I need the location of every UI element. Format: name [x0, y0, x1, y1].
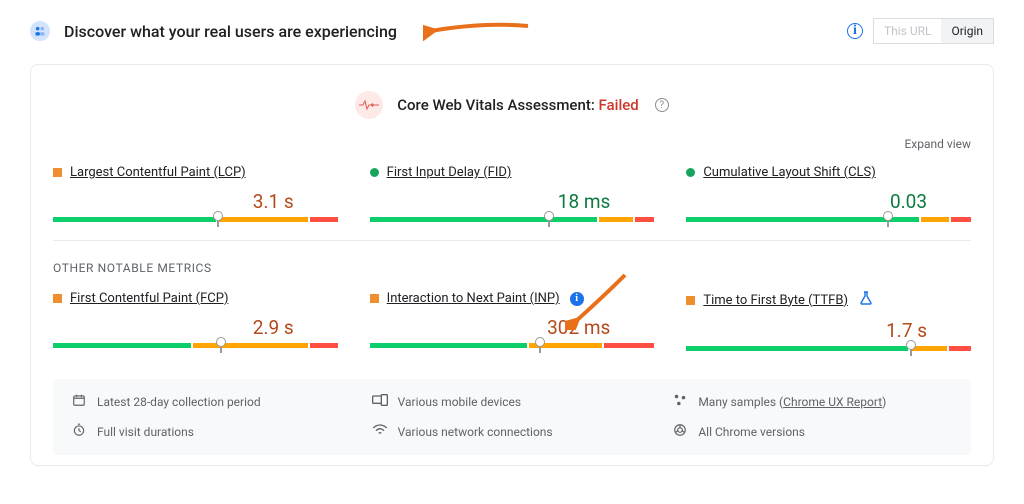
metric-title-row: Interaction to Next Paint (INP) i	[370, 291, 655, 306]
metric-value: 2.9 s	[53, 306, 338, 341]
bar-segment-good	[53, 217, 216, 222]
network-icon	[372, 424, 388, 440]
metric-card: First Contentful Paint (FCP)2.9 s	[53, 291, 338, 351]
bar-segment-good	[370, 343, 527, 348]
header-title: Discover what your real users are experi…	[64, 22, 397, 41]
metric-card: Cumulative Layout Shift (CLS)0.03	[686, 165, 971, 222]
footer-text: Various mobile devices	[398, 395, 521, 409]
help-icon[interactable]: ?	[655, 98, 669, 112]
metric-value: 1.7 s	[686, 309, 971, 344]
other-metrics-row: First Contentful Paint (FCP)2.9 s Interac…	[31, 281, 993, 369]
assessment-text: Core Web Vitals Assessment: Failed	[397, 96, 639, 114]
device-icon	[372, 394, 388, 410]
footer-text: Many samples (Chrome UX Report)	[698, 395, 886, 409]
assessment-row: Core Web Vitals Assessment: Failed ?	[31, 65, 993, 137]
expand-view-link[interactable]: Expand view	[31, 137, 993, 155]
metric-card: Largest Contentful Paint (LCP)3.1 s	[53, 165, 338, 222]
metric-value: 0.03	[686, 180, 971, 215]
assessment-label: Core Web Vitals Assessment:	[397, 96, 595, 114]
distribution-bar	[370, 217, 655, 222]
status-good-icon	[370, 168, 379, 177]
metric-title-row: First Input Delay (FID)	[370, 165, 655, 180]
field-data-panel: Core Web Vitals Assessment: Failed ? Exp…	[30, 64, 994, 466]
status-warn-icon	[53, 294, 62, 303]
distribution-bar	[686, 217, 971, 222]
footer-item: Various network connections	[372, 423, 653, 441]
bar-segment-good	[370, 217, 597, 222]
metric-label[interactable]: Cumulative Layout Shift (CLS)	[703, 165, 875, 180]
footer-text: Full visit durations	[97, 425, 194, 439]
distribution-bar	[53, 217, 338, 222]
metric-value: 302 ms	[370, 306, 655, 341]
metric-label[interactable]: Interaction to Next Paint (INP)	[387, 291, 560, 306]
footer-item: Latest 28-day collection period	[71, 393, 352, 411]
core-metrics-row: Largest Contentful Paint (LCP)3.1 s First…	[31, 155, 993, 240]
chrome-ux-report-link[interactable]: Chrome UX Report	[783, 395, 882, 409]
bar-segment-poor	[635, 217, 655, 222]
distribution-bar	[370, 343, 655, 348]
footer-item: Many samples (Chrome UX Report)	[672, 393, 953, 411]
bar-segment-poor	[604, 343, 655, 348]
experimental-flask-icon	[860, 291, 872, 309]
bar-segment-needs-improvement	[599, 217, 633, 222]
bar-segment-good	[53, 343, 191, 348]
footer-item: Full visit durations	[71, 423, 352, 441]
metric-card: First Input Delay (FID)18 ms	[370, 165, 655, 222]
metric-card: Time to First Byte (TTFB)1.7 s	[686, 291, 971, 351]
percentile-marker-icon	[544, 211, 554, 221]
data-source-footer: Latest 28-day collection period Various m…	[53, 379, 971, 455]
bar-segment-needs-improvement	[218, 217, 308, 222]
footer-text: Various network connections	[398, 425, 553, 439]
metric-title-row: Largest Contentful Paint (LCP)	[53, 165, 338, 180]
metric-card: Interaction to Next Paint (INP) i302 ms	[370, 291, 655, 351]
bar-segment-needs-improvement	[193, 343, 308, 348]
chrome-icon	[672, 423, 688, 441]
toggle-origin[interactable]: Origin	[941, 19, 993, 43]
metric-label[interactable]: First Contentful Paint (FCP)	[70, 291, 229, 306]
status-warn-icon	[370, 294, 379, 303]
status-warn-icon	[686, 296, 695, 305]
samples-icon	[672, 393, 688, 411]
status-warn-icon	[53, 168, 62, 177]
other-metrics-heading: OTHER NOTABLE METRICS	[31, 241, 993, 281]
metric-value: 18 ms	[370, 180, 655, 215]
assessment-status: Failed	[599, 96, 639, 114]
bar-segment-good	[686, 346, 908, 351]
bar-segment-poor	[949, 346, 971, 351]
metric-title-row: First Contentful Paint (FCP)	[53, 291, 338, 306]
bar-segment-poor	[310, 217, 338, 222]
timer-icon	[71, 423, 87, 441]
users-icon	[30, 21, 50, 41]
status-good-icon	[686, 168, 695, 177]
info-icon[interactable]: i	[847, 23, 863, 39]
metric-title-row: Time to First Byte (TTFB)	[686, 291, 971, 309]
scope-toggle: This URL Origin	[873, 18, 994, 44]
bar-segment-poor	[951, 217, 971, 222]
percentile-marker-icon	[216, 337, 226, 347]
footer-item: Various mobile devices	[372, 393, 653, 411]
metric-label[interactable]: First Input Delay (FID)	[387, 165, 512, 180]
footer-item: All Chrome versions	[672, 423, 953, 441]
metric-label[interactable]: Time to First Byte (TTFB)	[703, 293, 848, 308]
distribution-bar	[53, 343, 338, 348]
footer-text: All Chrome versions	[698, 425, 805, 439]
distribution-bar	[686, 346, 971, 351]
pulse-icon	[355, 91, 383, 119]
bar-segment-needs-improvement	[921, 217, 949, 222]
toggle-this-url[interactable]: This URL	[874, 19, 942, 43]
calendar-icon	[71, 393, 87, 411]
bar-segment-poor	[310, 343, 338, 348]
metric-label[interactable]: Largest Contentful Paint (LCP)	[70, 165, 246, 180]
info-badge-icon[interactable]: i	[570, 292, 584, 306]
metric-title-row: Cumulative Layout Shift (CLS)	[686, 165, 971, 180]
footer-text: Latest 28-day collection period	[97, 395, 261, 409]
header: Discover what your real users are experi…	[0, 0, 1024, 54]
metric-value: 3.1 s	[53, 180, 338, 215]
